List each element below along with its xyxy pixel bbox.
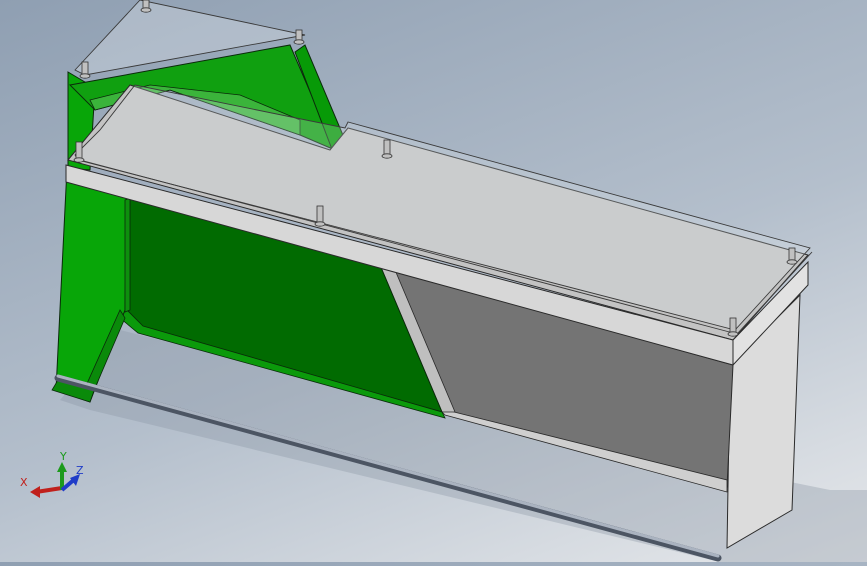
y-axis-label: Y [59,450,67,463]
green-side-inner [124,197,131,313]
coordinate-triad[interactable]: X Y Z [20,450,84,498]
x-axis-arrowhead [30,486,40,498]
3d-model-view[interactable]: X Y Z [0,0,867,562]
z-axis-label: Z [76,464,84,477]
y-axis-arrowhead [57,462,67,472]
cad-viewport[interactable]: X Y Z [0,0,867,562]
x-axis-label: X [20,476,28,489]
